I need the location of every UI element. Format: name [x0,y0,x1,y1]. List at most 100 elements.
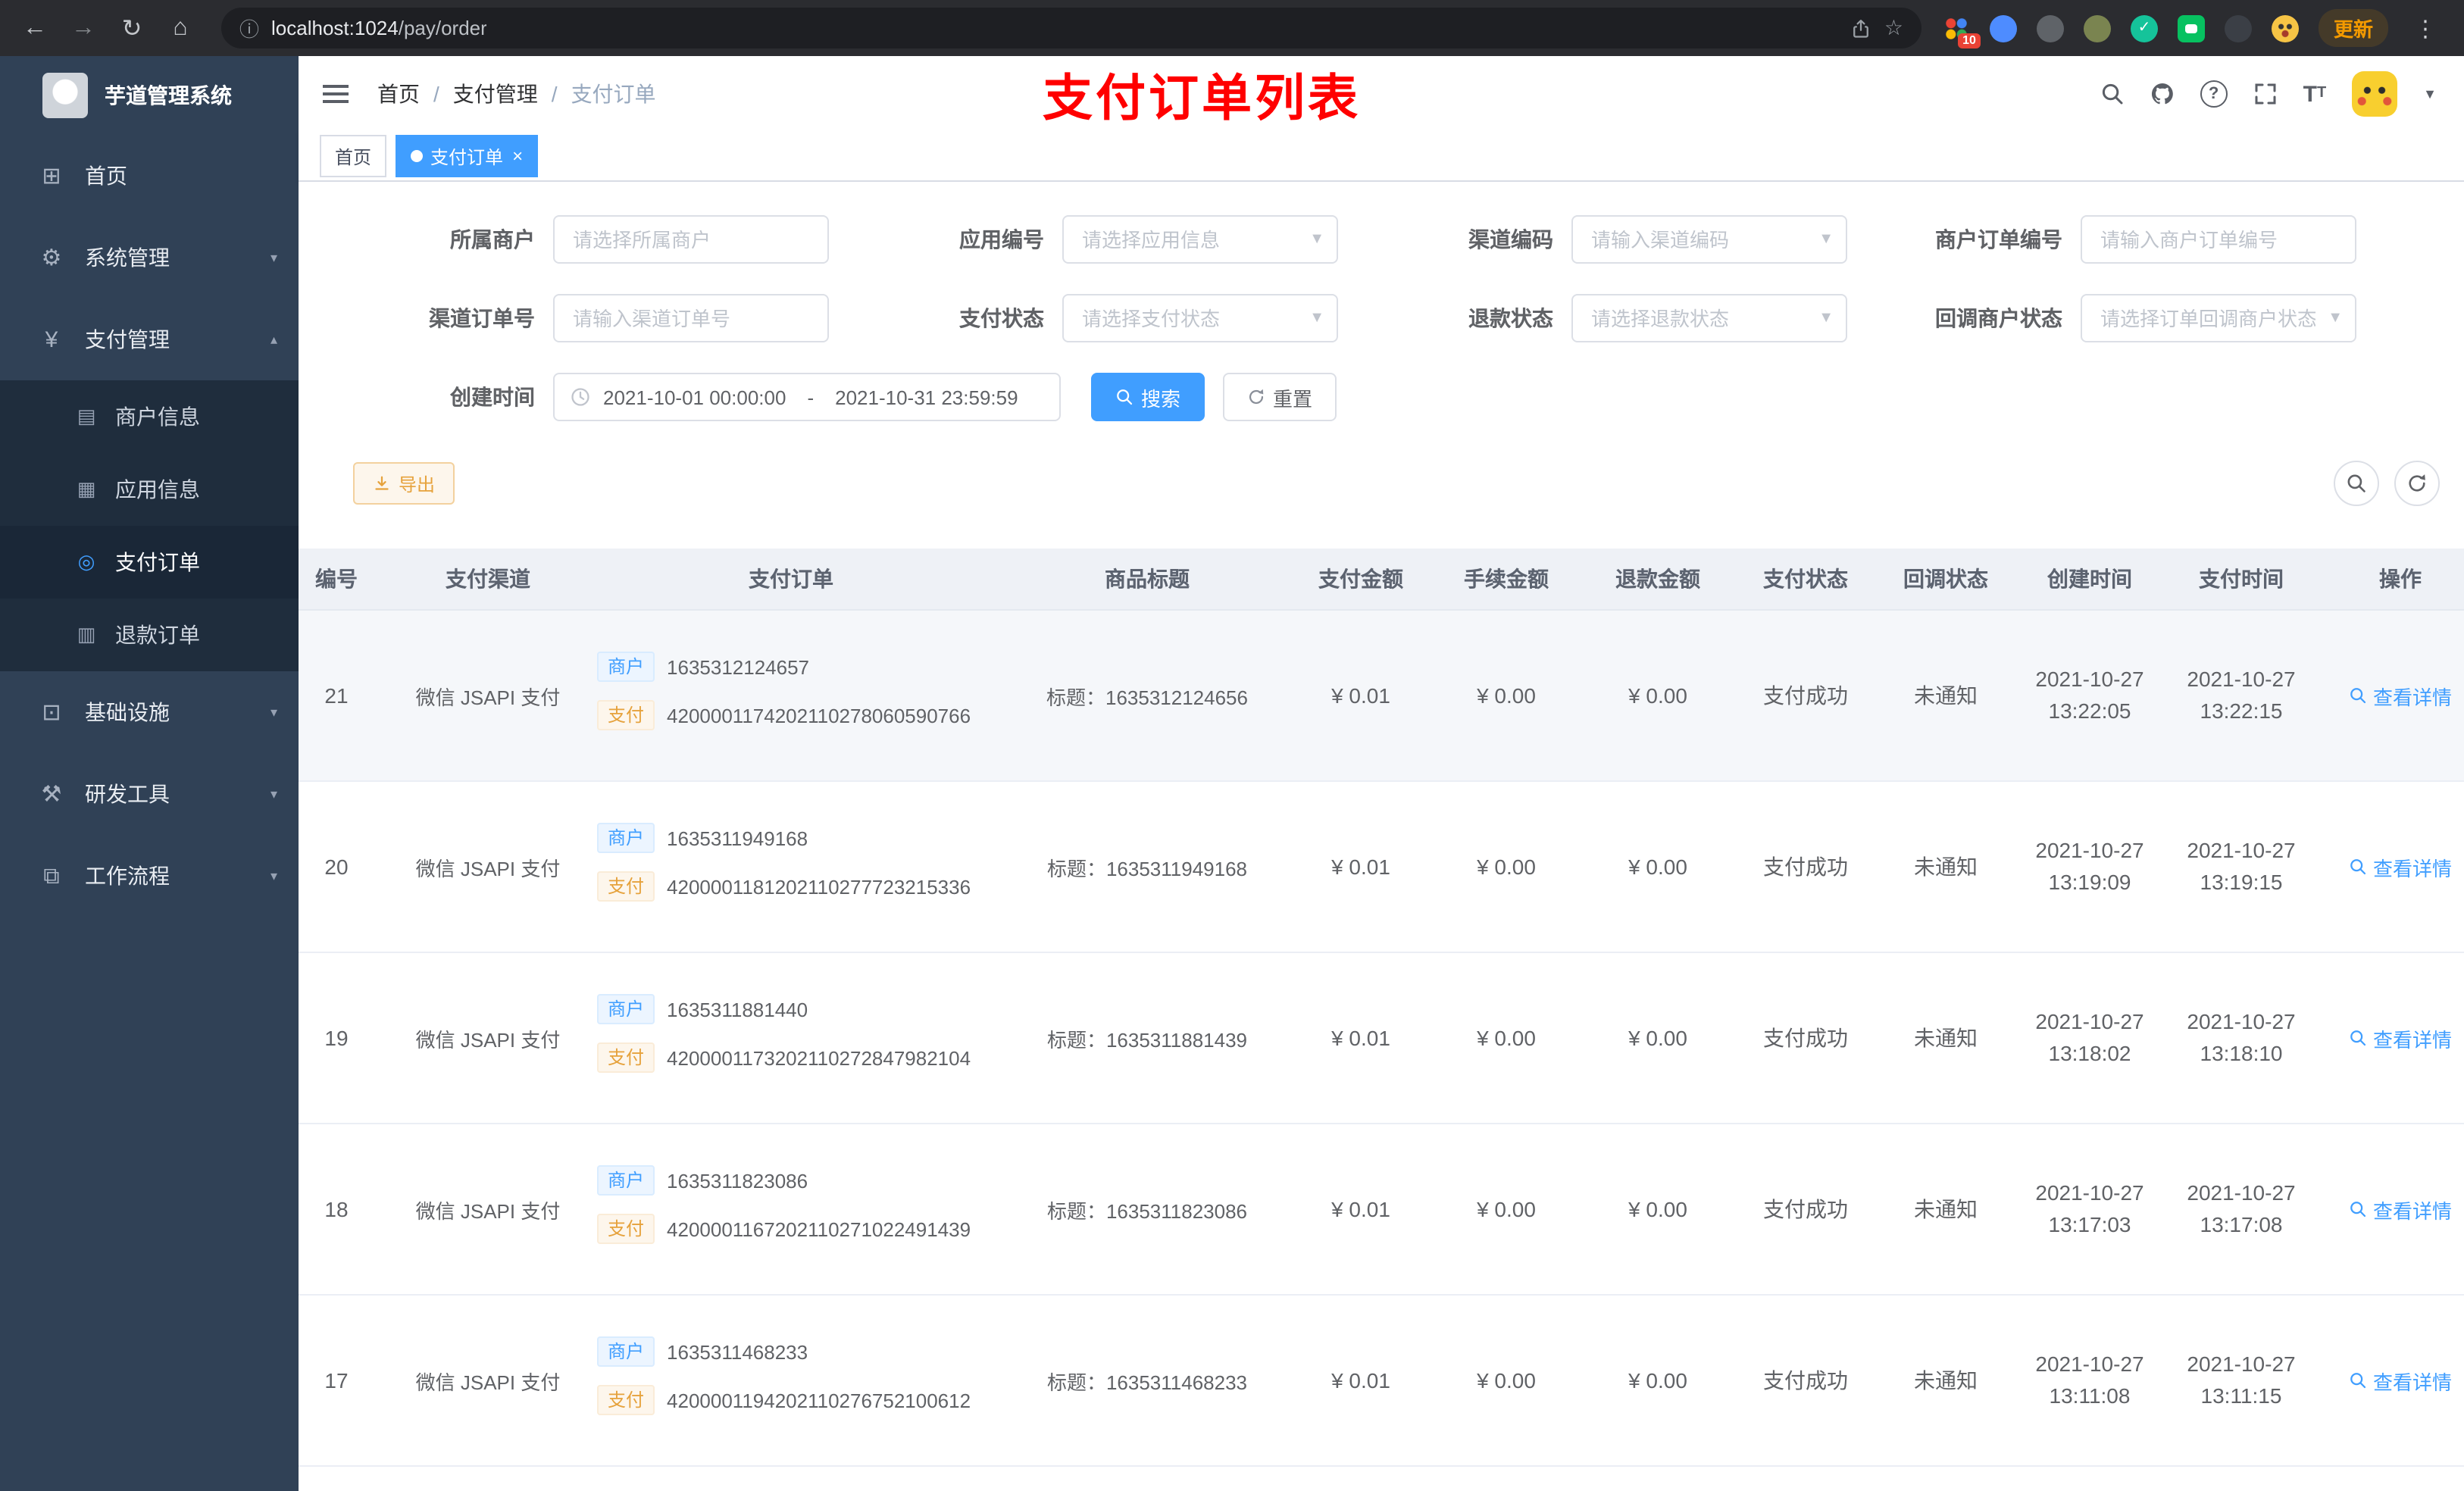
cell-action: 查看详情 [2317,610,2464,782]
view-detail-link[interactable]: 查看详情 [2349,681,2452,710]
cell-action: 查看详情 [2317,781,2464,953]
cell-order: 商户 1635311949168 支付 42000011812021102777… [579,781,1003,953]
bank-card-icon: ▤ [77,405,96,427]
extension-check-icon[interactable]: ✓ [2130,14,2158,42]
cell-order: 商户 1635311468233 支付 42000011942021102767… [579,1295,1003,1467]
target-icon: ◎ [77,550,95,573]
cell-pay-amount: ¥ 0.01 [1291,952,1431,1124]
search-button[interactable]: 搜索 [1091,373,1205,421]
sidebar-item-infra[interactable]: ⊡ 基础设施 ▾ [0,671,299,753]
table-row: 18 微信 JSAPI 支付 商户 1635311823086 支付 42000… [299,1124,2464,1296]
merchant-order-no: 1635311881440 [667,998,808,1021]
cell-created [2014,1466,2165,1491]
notify-status-select[interactable] [2081,294,2356,342]
merchant-filter-input[interactable] [553,215,829,264]
home-icon[interactable]: ⌂ [161,8,200,48]
flow-icon: ⧉ [43,863,60,889]
sidebar-item-refund-order[interactable]: ▥ 退款订单 [0,599,299,671]
sidebar-item-system[interactable]: ⚙ 系统管理 ▾ [0,217,299,299]
browser-update-button[interactable]: 更新 [2318,9,2388,47]
cell-pay-amount: ¥ 0.01 [1291,1295,1431,1467]
tab-pay-order[interactable]: 支付订单 × [396,135,539,177]
sidebar-item-app-info[interactable]: ▦ 应用信息 [0,453,299,526]
user-avatar[interactable] [2352,71,2398,117]
col-refund-amount: 退款金额 [1582,549,1734,611]
extension-gray-icon[interactable] [2036,14,2064,42]
toggle-search-icon[interactable] [2334,461,2379,506]
reset-button[interactable]: 重置 [1223,373,1337,421]
view-detail-link[interactable]: 查看详情 [2349,1195,2452,1224]
app-id-select[interactable] [1062,215,1338,264]
pay-status-select[interactable] [1062,294,1338,342]
github-icon[interactable] [2150,82,2175,106]
table-row: 20 微信 JSAPI 支付 商户 1635311949168 支付 42000… [299,781,2464,953]
col-channel: 支付渠道 [397,549,579,611]
font-size-icon[interactable]: TT [2303,83,2327,105]
back-icon[interactable]: ← [15,8,55,48]
search-icon[interactable] [2100,82,2125,106]
caret-down-icon[interactable]: ▼ [2423,86,2437,102]
date-start: 2021-10-01 00:00:00 [603,386,786,408]
forward-icon[interactable]: → [64,8,103,48]
cell-created: 2021-10-27 13:18:02 [2014,952,2165,1124]
col-pay-status: 支付状态 [1734,549,1878,611]
app-title: 芋道管理系统 [105,83,232,108]
extension-olive-icon[interactable] [2083,14,2111,42]
hamburger-icon[interactable] [323,79,353,109]
share-icon[interactable] [1851,17,1872,39]
sidebar-item-home[interactable]: ⊞ 首页 [0,135,299,217]
cell-fee-amount: ¥ 0.00 [1431,952,1582,1124]
pay-tag: 支付 [597,1042,655,1073]
tab-home[interactable]: 首页 [320,135,387,177]
col-paid: 支付时间 [2165,549,2317,611]
cell-created: 2021-10-27 13:22:05 [2014,610,2165,782]
cell-created: 2021-10-27 13:19:09 [2014,781,2165,953]
extension-grid-icon[interactable]: 10 [1942,14,1981,48]
cell-refund-amount: ¥ 0.00 [1582,781,1734,953]
cell-title: 标题：1635311881439 [1003,952,1291,1124]
bookmark-star-icon[interactable]: ☆ [1884,15,1903,41]
sidebar-item-payment[interactable]: ¥ 支付管理 ▴ [0,299,299,380]
sidebar-item-pay-order[interactable]: ◎ 支付订单 [0,526,299,599]
screen: ← → ↻ ⌂ ⓘ localhost:1024/pay/order ☆ 10 … [0,0,2464,1491]
refund-status-select[interactable] [1571,294,1847,342]
table-toolbar: 导出 [299,461,2464,506]
sidebar-item-workflow[interactable]: ⧉ 工作流程 ▾ [0,835,299,917]
cell-pay-status: 支付成功 [1734,1295,1878,1467]
merchant-order-no: 1635312124657 [667,655,810,678]
view-detail-link[interactable]: 查看详情 [2349,1024,2452,1052]
channel-code-select[interactable] [1571,215,1847,264]
browser-menu-icon[interactable]: ⋮ [2408,14,2443,42]
logo-image [42,73,88,118]
extension-smiley-icon[interactable] [2271,14,2299,42]
cell-id: 19 [299,952,397,1124]
site-info-icon[interactable]: ⓘ [239,14,259,42]
extension-chat-icon[interactable] [2177,14,2205,42]
tab-close-icon[interactable]: × [512,145,523,167]
view-detail-link[interactable]: 查看详情 [2349,852,2452,881]
reload-icon[interactable]: ↻ [112,8,152,48]
cell-order: 商户 1635312124657 支付 42000011742021102780… [579,610,1003,782]
sidebar-item-dev-tools[interactable]: ⚒ 研发工具 ▾ [0,753,299,835]
address-bar[interactable]: ⓘ localhost:1024/pay/order ☆ [221,8,1921,48]
view-detail-link[interactable]: 查看详情 [2349,1366,2452,1395]
cell-id: 17 [299,1295,397,1467]
cell-channel: 微信 JSAPI 支付 [397,1124,579,1296]
breadcrumb-payment[interactable]: 支付管理 [453,79,538,109]
merchant-order-no-input[interactable] [2081,215,2356,264]
channel-order-no-input[interactable] [553,294,829,342]
help-icon[interactable]: ? [2200,80,2228,108]
fullscreen-icon[interactable] [2253,82,2278,106]
cell-id: 16 [299,1466,397,1491]
sidebar-item-merchant-info[interactable]: ▤ 商户信息 [0,380,299,453]
table-refresh-icon[interactable] [2394,461,2440,506]
cell-fee-amount: ¥ 0.00 [1431,781,1582,953]
cell-paid: 2021-10-27 13:11:15 [2165,1295,2317,1467]
cell-refund-amount: ¥ 0.00 [1582,610,1734,782]
export-button[interactable]: 导出 [353,462,455,505]
extension-blue-icon[interactable] [1989,14,2017,42]
extension-dark-icon[interactable] [2224,14,2252,42]
breadcrumb-home[interactable]: 首页 [377,79,420,109]
date-range-picker[interactable]: 2021-10-01 00:00:00 - 2021-10-31 23:59:5… [553,373,1061,421]
breadcrumb-current: 支付订单 [571,82,656,106]
